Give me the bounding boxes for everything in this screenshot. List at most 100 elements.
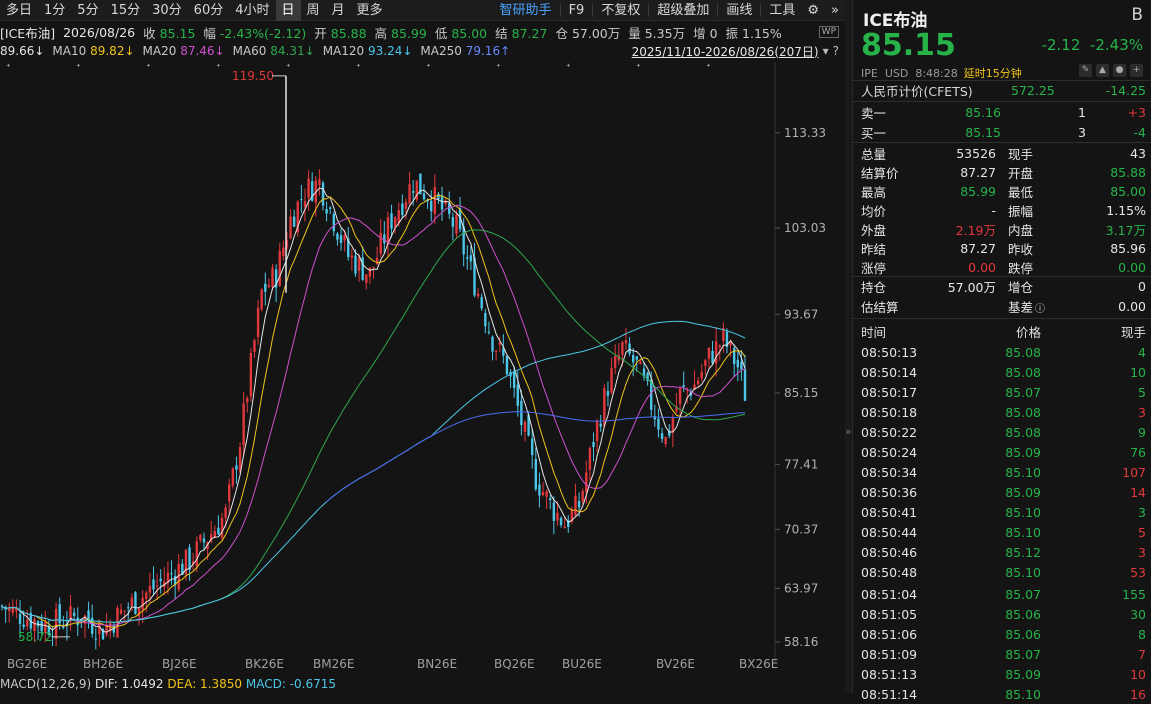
stat-label: 内盘 — [1008, 223, 1034, 238]
tick-volume: 14 — [1130, 484, 1146, 500]
tick-time: 08:50:48 — [861, 564, 918, 580]
alert-icon[interactable]: ▲ — [1096, 64, 1109, 77]
tick-time: 08:51:14 — [861, 686, 918, 702]
stat-value: 85.88 — [1110, 165, 1146, 180]
stat-value: 3.17万 — [1105, 223, 1146, 238]
candle-body — [476, 293, 480, 297]
x-tick-label: BV26E — [656, 657, 695, 671]
tool-1[interactable]: F9 — [563, 0, 591, 21]
tick-volume: 155 — [1122, 586, 1146, 602]
stat-label: 最低 — [1008, 185, 1034, 200]
tick-row: 08:50:34 85.10 107 — [861, 462, 1146, 482]
candle-body — [480, 297, 483, 309]
candle-body — [235, 465, 238, 470]
period-4[interactable]: 30分 — [146, 0, 188, 21]
candle-body — [682, 385, 685, 387]
tick-time: 08:50:22 — [861, 424, 918, 440]
more-icon[interactable]: » — [825, 0, 845, 21]
dropdown-icon[interactable]: ▾ — [823, 44, 829, 58]
period-5[interactable]: 60分 — [188, 0, 230, 21]
x-tick-label: BG26E — [7, 657, 47, 671]
period-6[interactable]: 4小时 — [229, 0, 275, 21]
tick-price: 85.07 — [1005, 384, 1041, 400]
candle-body — [26, 619, 29, 627]
period-9[interactable]: 月 — [326, 0, 351, 21]
close-label: 收 — [143, 25, 156, 41]
tick-price: 85.09 — [1005, 666, 1041, 682]
change-pct: -2.43% — [1089, 36, 1143, 54]
top-tick: ᐩ — [356, 62, 361, 75]
candle-body — [368, 267, 372, 277]
candle-body — [736, 359, 739, 368]
period-10[interactable]: 更多 — [351, 0, 389, 21]
x-tick-label: BX26E — [739, 657, 778, 671]
period-3[interactable]: 15分 — [105, 0, 147, 21]
candle-body — [595, 421, 599, 442]
tick-row: 08:50:18 85.08 3 — [861, 402, 1146, 422]
period-range[interactable]: 2025/11/10-2026/08/26(207日) — [632, 43, 819, 60]
tool-5[interactable]: 工具 — [763, 0, 801, 21]
chart-area[interactable]: 多日 1分 5分 15分 30分 60分 4小时日周月更多 智研助手 F9 不复权 超级叠加 画线 工具… — [0, 0, 845, 693]
cny-value: 572.25 — [1011, 83, 1055, 98]
tick-time: 08:50:24 — [861, 444, 918, 460]
inc-label: 增仓 — [1008, 280, 1034, 295]
candle-body — [556, 512, 559, 521]
tick-row: 08:50:44 85.10 5 — [861, 522, 1146, 542]
badge-b[interactable]: B — [1131, 5, 1143, 25]
oi-value: 57.00万 — [947, 280, 996, 295]
y-tick-label: 103.03 — [784, 221, 826, 235]
ma10-line — [1, 194, 746, 629]
candle-body — [512, 371, 516, 389]
edit-icon[interactable]: ✎ — [1079, 64, 1092, 77]
candle-body — [408, 184, 411, 204]
tool-2[interactable]: 不复权 — [595, 0, 646, 21]
candle-body — [246, 397, 249, 403]
ticks-header-vol: 现手 — [1120, 325, 1146, 340]
tool-3[interactable]: 超级叠加 — [651, 0, 715, 21]
kline-chart[interactable]: ᐩ ᐩ ᐩ ᐩ ᐩ ᐩ ᐩ ᐩ ᐩ ᐩ ᐩ 113.33 103.03 93.67 85.15 77.41 70… — [0, 62, 845, 693]
tick-time: 08:50:13 — [861, 344, 918, 360]
bell-icon[interactable]: ● — [1113, 64, 1126, 77]
low-marker-label: 58.72 — [18, 630, 52, 644]
macd-legend: MACD(12,26,9) DIF: 1.0492 DEA: 1.3850 MA… — [0, 677, 336, 691]
candle-body — [253, 340, 256, 353]
candle-body — [94, 638, 97, 640]
candle-body — [541, 492, 545, 496]
stats-row: 外盘 2.19万 内盘 3.17万 — [861, 220, 1146, 239]
candle-body — [440, 195, 444, 210]
gear-icon[interactable]: ⚙ — [801, 0, 825, 21]
candle-body — [130, 597, 134, 607]
ma250-value: 79.16↑ — [465, 44, 511, 58]
tick-volume: 7 — [1138, 646, 1146, 662]
candle-body — [422, 193, 426, 200]
help-icon[interactable]: ? — [833, 44, 839, 58]
candle-body — [195, 541, 198, 567]
add-icon[interactable]: + — [1130, 64, 1143, 77]
tool-4[interactable]: 画线 — [720, 0, 758, 21]
tool-0[interactable]: 智研助手 — [494, 0, 558, 21]
candle-body — [303, 201, 307, 208]
period-8[interactable]: 周 — [301, 0, 326, 21]
period-7[interactable]: 日 — [275, 0, 301, 21]
tick-row: 08:50:22 85.08 9 — [861, 422, 1146, 442]
stat-value: 85.00 — [1110, 184, 1146, 199]
chart-settings-icon[interactable]: WP — [818, 26, 839, 38]
candle-body — [574, 495, 577, 516]
stats-row: 结算价 87.27 开盘 85.88 — [861, 163, 1146, 182]
ma60-value: 84.31↓ — [270, 44, 315, 58]
candle-body — [711, 350, 714, 364]
candle-body — [249, 352, 253, 397]
tick-volume: 10 — [1130, 666, 1146, 682]
stat-value: 2.19万 — [955, 223, 996, 238]
ticks-header: 时间 价格 现手 — [861, 322, 1146, 340]
panel-collapse-handle[interactable]: » — [845, 0, 852, 693]
period-1[interactable]: 1分 — [38, 0, 71, 21]
info-icon[interactable]: ⓘ — [1035, 304, 1045, 315]
stat-label: 外盘 — [861, 223, 887, 238]
period-0[interactable]: 多日 — [0, 0, 38, 21]
x-tick-label: BJ26E — [162, 657, 197, 671]
candle-body — [318, 179, 321, 186]
candle-body — [123, 610, 126, 612]
tick-row: 08:51:14 85.10 16 — [861, 684, 1146, 704]
period-2[interactable]: 5分 — [71, 0, 104, 21]
